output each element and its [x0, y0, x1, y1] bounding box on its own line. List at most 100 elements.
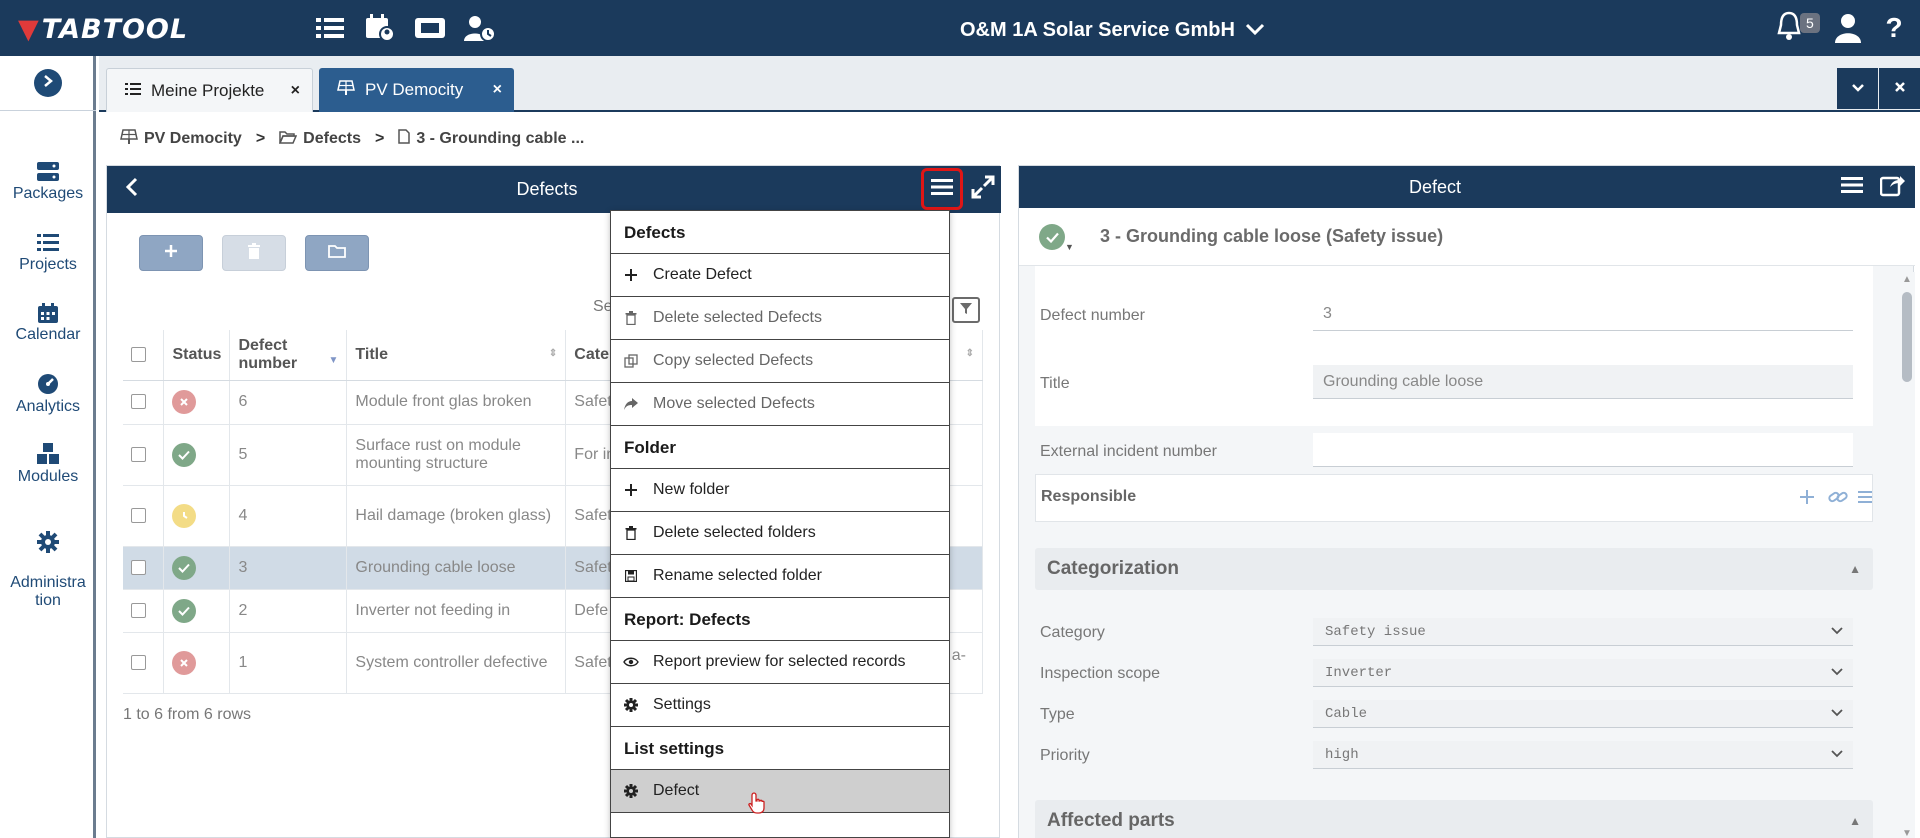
status-pending-icon: [172, 503, 197, 528]
priority-select[interactable]: high: [1313, 741, 1853, 769]
column-header-status[interactable]: Status: [163, 330, 231, 381]
breadcrumb-item-record[interactable]: 3 - Grounding cable ...: [398, 129, 584, 149]
link-icon[interactable]: [1828, 489, 1848, 510]
add-responsible-plus-icon[interactable]: [1799, 489, 1815, 510]
help-icon[interactable]: ?: [1880, 12, 1908, 44]
menu-item-copy-defects[interactable]: Copy selected Defects: [611, 340, 949, 383]
expand-panel-button[interactable]: [969, 175, 997, 203]
categorization-section-header[interactable]: Categorization ▲: [1035, 548, 1873, 590]
copy-icon: [623, 353, 639, 369]
menu-item-new-folder[interactable]: New folder: [611, 469, 949, 512]
notifications-button[interactable]: 5: [1776, 10, 1820, 46]
rail-expand-button[interactable]: [34, 69, 62, 97]
folder-button[interactable]: [305, 235, 369, 271]
menu-item-report-preview[interactable]: Report preview for selected records: [611, 641, 949, 684]
scrollbar-thumb[interactable]: [1902, 292, 1912, 382]
notification-count-badge: 5: [1800, 13, 1820, 33]
add-defect-button[interactable]: [139, 235, 203, 271]
menu-section-heading: List settings: [611, 727, 949, 770]
rail-item-label: Analytics: [15, 398, 81, 415]
gauge-icon: [0, 373, 96, 395]
defect-number-cell: 2: [229, 589, 348, 633]
back-button[interactable]: [119, 176, 145, 202]
rail-item-projects[interactable]: Projects: [0, 233, 96, 274]
menu-item-label: Create Defect: [653, 266, 752, 283]
menu-item-label: Move selected Defects: [653, 395, 815, 412]
calendar-user-icon[interactable]: [362, 10, 398, 46]
type-select[interactable]: Cable: [1313, 700, 1853, 728]
breadcrumb-item-folder[interactable]: Defects: [279, 130, 361, 149]
company-selector[interactable]: O&M 1A Solar Service GmbH: [960, 16, 1265, 44]
server-icon: [0, 162, 96, 182]
row-checkbox[interactable]: [131, 394, 146, 410]
panel-menu-button[interactable]: [921, 168, 963, 210]
tab-pv-democity[interactable]: PV Democity ×: [319, 68, 514, 112]
menu-item-move-defects[interactable]: Move selected Defects: [611, 383, 949, 426]
menu-item-delete-folders[interactable]: Delete selected folders: [611, 512, 949, 555]
app-logo[interactable]: ▼ TABTOOL: [18, 12, 188, 46]
row-checkbox[interactable]: [131, 559, 146, 575]
external-incident-field[interactable]: [1313, 433, 1853, 467]
rail-item-label: Administra tion: [10, 574, 86, 609]
rail-item-modules[interactable]: Modules: [0, 443, 96, 486]
select-value: high: [1325, 746, 1359, 763]
rail-item-label: Calendar: [15, 326, 81, 343]
menu-item-report-settings[interactable]: Settings: [611, 684, 949, 727]
menu-item-create-defect[interactable]: Create Defect: [611, 254, 949, 297]
detail-scrollbar[interactable]: ▲ ▼: [1899, 272, 1915, 838]
inspection-scope-select[interactable]: Inverter: [1313, 659, 1853, 687]
menu-item-delete-defects[interactable]: Delete selected Defects: [611, 297, 949, 340]
trash-icon: [623, 310, 639, 326]
affected-parts-section-header[interactable]: Affected parts ▲: [1035, 800, 1873, 838]
title-cell: System controller defective: [346, 632, 567, 694]
collapse-caret-icon: ▲: [1849, 814, 1861, 828]
user-icon[interactable]: [1834, 13, 1862, 43]
scroll-up-icon[interactable]: ▲: [1902, 274, 1912, 285]
row-checkbox[interactable]: [131, 446, 146, 462]
row-checkbox[interactable]: [131, 602, 146, 618]
top-icon-group: [312, 10, 498, 46]
calendar-icon: [0, 303, 96, 323]
row-checkbox[interactable]: [131, 507, 146, 523]
caret-down-icon[interactable]: ▼: [1065, 242, 1074, 252]
tabs-dropdown-button[interactable]: [1837, 68, 1878, 109]
breadcrumb-separator: >: [374, 130, 385, 147]
rail-item-packages[interactable]: Packages: [0, 162, 96, 203]
title-field[interactable]: Grounding cable loose: [1313, 365, 1853, 399]
rail-item-analytics[interactable]: Analytics: [0, 373, 96, 416]
menu-item-label: Delete selected Defects: [653, 309, 822, 326]
row-checkbox[interactable]: [131, 654, 146, 670]
left-rail: Packages Projects Calendar Analytics Mod…: [0, 56, 96, 838]
close-all-tabs-button[interactable]: [1879, 68, 1920, 109]
list-icon[interactable]: [312, 10, 348, 46]
breadcrumb-item-project[interactable]: PV Democity: [120, 128, 242, 150]
tab-meine-projekte[interactable]: Meine Projekte ×: [106, 68, 313, 112]
chevron-down-icon: [1831, 624, 1843, 640]
menu-section-heading: Defects: [611, 211, 949, 254]
delete-defect-button[interactable]: [222, 235, 286, 271]
rail-item-administration[interactable]: Administra tion: [0, 513, 96, 628]
select-all-checkbox[interactable]: [131, 347, 146, 363]
list-icon[interactable]: [1858, 490, 1872, 509]
menu-item-rename-folder[interactable]: Rename selected folder: [611, 555, 949, 598]
user-clock-icon[interactable]: [462, 10, 498, 46]
column-header-title[interactable]: Title ⇕: [346, 330, 567, 381]
filter-button[interactable]: [952, 297, 980, 323]
field-label-priority: Priority: [1040, 747, 1090, 764]
status-ok-icon[interactable]: [1039, 224, 1065, 250]
detail-menu-button[interactable]: [1839, 175, 1865, 199]
rail-item-calendar[interactable]: Calendar: [0, 303, 96, 344]
tab-close-button[interactable]: ×: [291, 82, 300, 100]
tab-close-button[interactable]: ×: [493, 81, 502, 99]
list-icon: [125, 81, 141, 101]
rows-info: 1 to 6 from 6 rows: [123, 706, 252, 723]
column-header-defect-number[interactable]: Defect number ▼: [229, 330, 348, 381]
export-button[interactable]: [1879, 174, 1907, 200]
menu-item-label: Copy selected Defects: [653, 352, 814, 369]
category-select[interactable]: Safety issue: [1313, 618, 1853, 646]
menu-item-list-settings-defect[interactable]: Defect: [611, 770, 949, 813]
ticket-icon[interactable]: [412, 10, 448, 46]
company-name: O&M 1A Solar Service GmbH: [960, 18, 1235, 41]
menu-section-heading: Folder: [611, 426, 949, 469]
scroll-down-icon[interactable]: ▼: [1902, 828, 1912, 838]
